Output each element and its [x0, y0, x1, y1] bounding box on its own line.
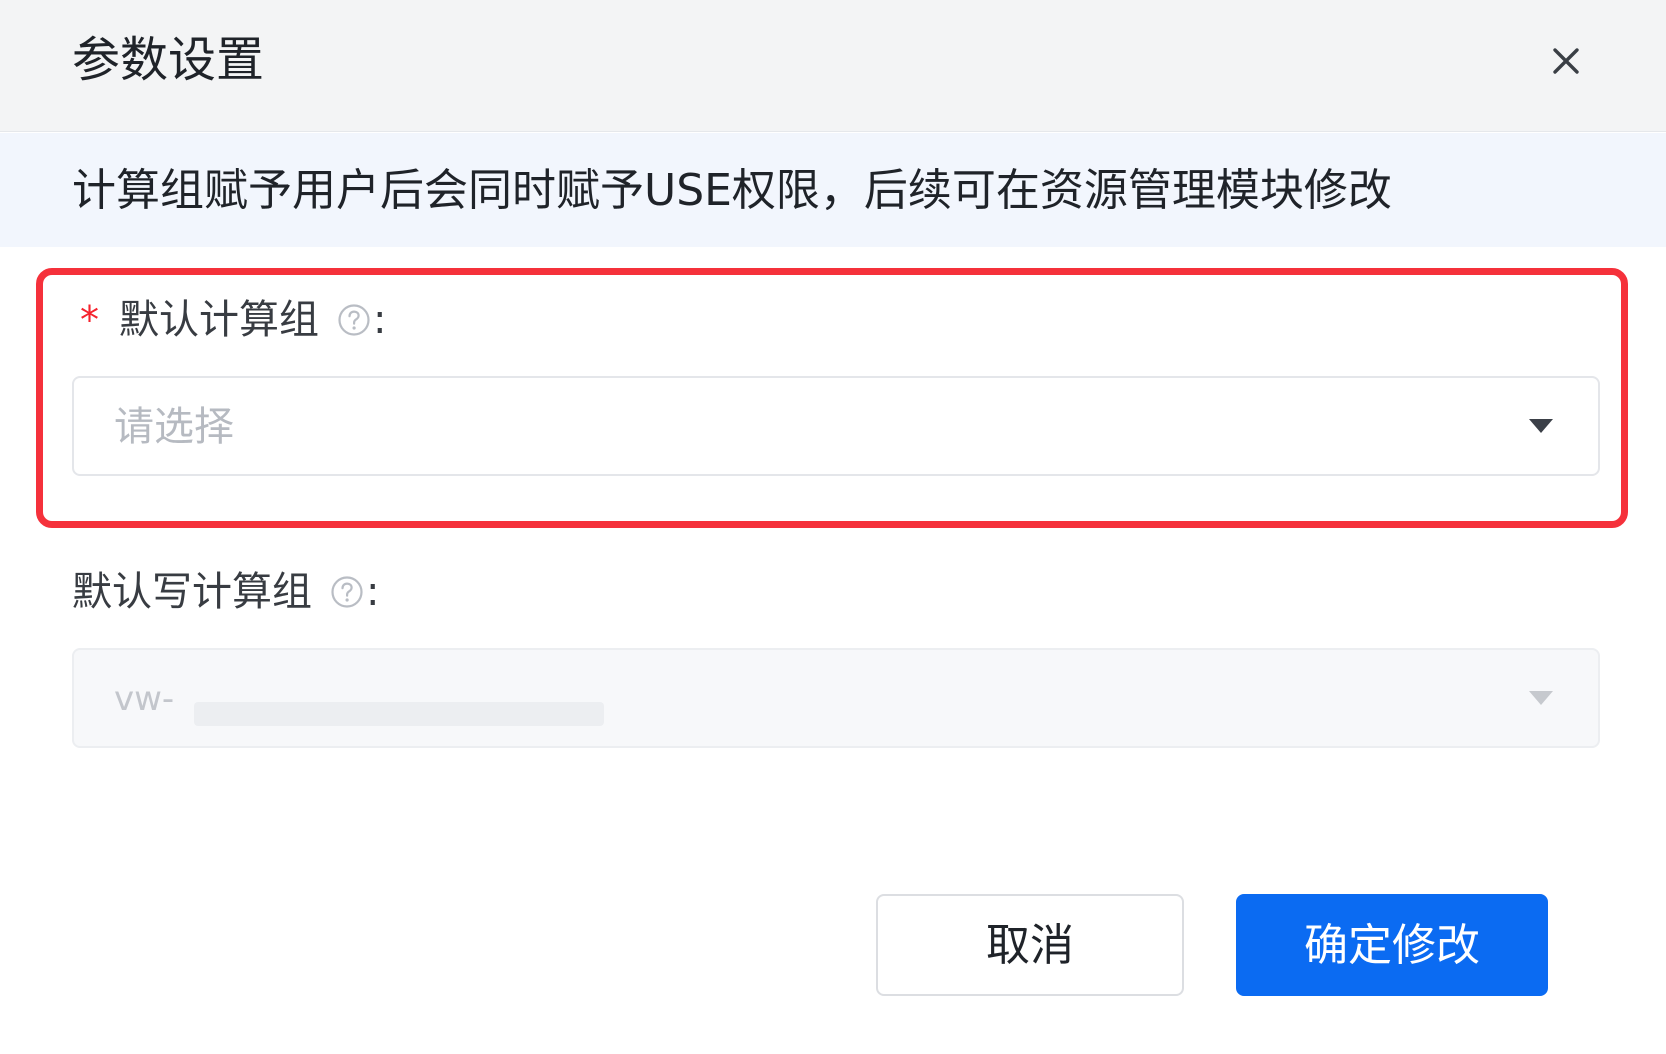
label-colon: : — [373, 297, 387, 343]
default-write-compute-group-label: 默认写计算组 : — [72, 566, 379, 618]
default-compute-group-label: * 默认计算组 : — [80, 294, 386, 346]
default-compute-group-select[interactable]: 请选择 — [72, 376, 1600, 476]
dialog-title: 参数设置 — [72, 32, 265, 88]
parameter-settings-dialog: 参数设置 计算组赋予用户后会同时赋予USE权限，后续可在资源管理模块修改 * 默… — [0, 0, 1666, 1054]
label-colon: : — [366, 569, 380, 615]
select-value: vw- — [114, 679, 175, 719]
notice-text: 计算组赋予用户后会同时赋予USE权限，后续可在资源管理模块修改 — [72, 165, 1392, 216]
caret-down-icon — [1528, 689, 1554, 707]
required-mark: * — [80, 298, 99, 342]
cancel-button[interactable]: 取消 — [876, 894, 1184, 996]
redacted-value-blur — [194, 702, 604, 726]
default-write-compute-group-select: vw- — [72, 648, 1600, 748]
question-circle-icon[interactable] — [337, 303, 371, 337]
confirm-modify-button[interactable]: 确定修改 — [1236, 894, 1548, 996]
caret-down-icon — [1528, 417, 1554, 435]
default-compute-group-label-text: 默认计算组 — [119, 297, 319, 343]
question-circle-icon[interactable] — [330, 575, 364, 609]
dialog-header: 参数设置 — [0, 0, 1666, 132]
default-write-compute-group-label-text: 默认写计算组 — [72, 569, 312, 615]
info-notice-banner: 计算组赋予用户后会同时赋予USE权限，后续可在资源管理模块修改 — [0, 133, 1666, 247]
close-icon[interactable] — [1545, 40, 1587, 82]
select-placeholder: 请选择 — [114, 404, 234, 450]
